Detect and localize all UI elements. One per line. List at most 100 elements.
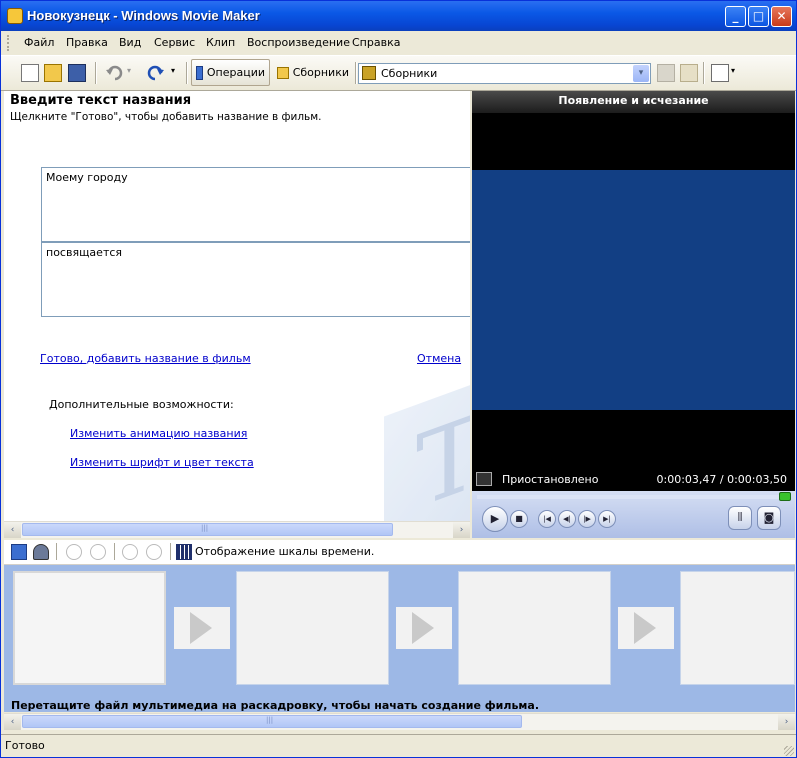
scroll-thumb[interactable]: ||| [22,523,393,536]
scroll-right-button[interactable]: › [778,714,795,730]
transition-slot[interactable] [618,607,674,649]
transition-slot[interactable] [396,607,452,649]
fullscreen-icon[interactable] [476,472,492,486]
preview-screen [472,170,795,410]
operations-toggle-button[interactable]: Операции [191,59,270,86]
transition-slot[interactable] [174,607,230,649]
narrate-microphone-icon[interactable] [33,544,49,560]
timeline-icon[interactable] [176,544,192,560]
collections-combo-value: Сборники [381,67,438,80]
playback-time: 0:00:03,47 / 0:00:03,50 [656,473,788,486]
menu-clip[interactable]: Клип [206,36,235,49]
menu-file[interactable]: Файл [24,36,54,49]
play-icon: ▶ [490,512,500,525]
next-frame-button[interactable]: |▶ [578,510,596,528]
stop-button[interactable]: ■ [510,510,528,528]
storyboard-clip-slot[interactable] [680,571,795,685]
toolbar-separator [95,62,97,84]
storyboard-view-icon[interactable] [11,544,27,560]
preview-monitor: Появление и исчезание Приостановлено 0:0… [472,91,795,538]
back-button[interactable]: |◀ [538,510,556,528]
undo-dropdown-icon[interactable]: ▾ [127,66,131,75]
save-project-icon[interactable] [68,64,86,82]
forward-button[interactable]: ▶| [598,510,616,528]
undo-icon[interactable] [105,64,123,82]
main-window: Новокузнецк - Windows Movie Maker _ □ ✕ … [0,0,797,758]
redo-dropdown-icon[interactable]: ▾ [171,66,175,75]
toolbar-separator [186,62,188,84]
previous-frame-icon: ◀| [563,515,571,523]
menu-tools[interactable]: Сервис [154,36,195,49]
collection-up-icon[interactable] [657,64,675,82]
seek-bar[interactable] [477,492,791,501]
menu-grip [7,35,12,51]
storyboard-clip-slot[interactable] [458,571,611,685]
storyboard-clip-slot[interactable] [236,571,389,685]
split-icon: ⫼ [737,512,743,523]
zoom-out-icon[interactable] [90,544,106,560]
thumb-grip: ||| [201,524,209,532]
title-editor-pane: T Введите текст названия Щелкните "Готов… [4,91,470,521]
cancel-link[interactable]: Отмена [417,352,461,365]
rewind-storyboard-icon[interactable] [122,544,138,560]
maximize-button[interactable]: □ [748,6,769,27]
close-button[interactable]: ✕ [771,6,792,27]
toolbar-separator [355,62,357,84]
watermark-letter: T [416,390,470,521]
new-collection-folder-icon[interactable] [680,64,698,82]
title-pane-hscrollbar[interactable]: ‹ ||| › [4,521,470,538]
done-add-title-link[interactable]: Готово, добавить название в фильм [40,352,251,365]
zoom-in-icon[interactable] [66,544,82,560]
collections-label: Сборники [292,66,349,79]
chevron-down-icon[interactable]: ▾ [633,65,649,82]
skip-back-icon: |◀ [543,515,551,523]
next-frame-icon: |▶ [583,515,591,523]
stop-icon: ■ [515,514,523,523]
show-timeline-button[interactable]: Отображение шкалы времени. [195,545,374,558]
title-line2-textbox[interactable]: посвящается [41,242,470,317]
toolbar-separator [170,543,172,560]
minimize-button[interactable]: _ [725,6,746,27]
collections-toggle-button[interactable]: Сборники [273,59,353,86]
status-text: Готово [5,739,45,752]
resize-grip-icon[interactable] [784,746,794,756]
split-clip-button[interactable]: ⫼ [728,506,752,530]
toolbar-separator [56,543,58,560]
views-icon[interactable] [711,64,729,82]
preview-title: Появление и исчезание [472,91,795,113]
seek-thumb[interactable] [778,492,791,501]
change-font-color-link[interactable]: Изменить шрифт и цвет текста [70,456,254,469]
transition-arrow-icon [412,612,434,644]
play-storyboard-icon[interactable] [146,544,162,560]
storyboard-hscrollbar[interactable]: ‹ ||| › [4,713,795,730]
scroll-thumb[interactable]: ||| [22,715,522,728]
previous-frame-button[interactable]: ◀| [558,510,576,528]
storyboard-clip-slot[interactable] [13,571,166,685]
play-button[interactable]: ▶ [482,506,508,532]
new-project-icon[interactable] [21,64,39,82]
menu-edit[interactable]: Правка [66,36,108,49]
title-editor-heading: Введите текст названия [10,93,192,108]
title-bar: Новокузнецк - Windows Movie Maker _ □ ✕ [1,1,796,31]
seek-progress [477,495,785,499]
change-animation-link[interactable]: Изменить анимацию названия [70,427,247,440]
movie-maker-app-icon[interactable] [7,8,23,24]
menu-playback[interactable]: Воспроизведение [247,36,350,49]
title-line1-textbox[interactable]: Моему городу [41,167,470,242]
take-picture-button[interactable]: ◙ [757,506,781,530]
menu-help[interactable]: Справка [352,36,400,49]
transition-arrow-icon [190,612,212,644]
menu-view[interactable]: Вид [119,36,141,49]
player-status-bar: Приостановлено 0:00:03,47 / 0:00:03,50 [472,469,795,491]
redo-icon[interactable] [147,64,165,82]
views-dropdown-icon[interactable]: ▾ [731,66,735,75]
scroll-left-button[interactable]: ‹ [4,522,21,538]
operations-icon [196,65,203,80]
player-controls: ▶ ■ |◀ ◀| |▶ ▶| ⫼ ◙ [472,491,795,538]
collections-combo[interactable]: Сборники ▾ [358,63,651,84]
scroll-left-button[interactable]: ‹ [4,714,21,730]
storyboard-hint: Перетащите файл мультимедиа на раскадров… [11,699,539,712]
scroll-right-button[interactable]: › [453,522,470,538]
open-project-icon[interactable] [44,64,62,82]
thumb-grip: ||| [266,716,274,724]
